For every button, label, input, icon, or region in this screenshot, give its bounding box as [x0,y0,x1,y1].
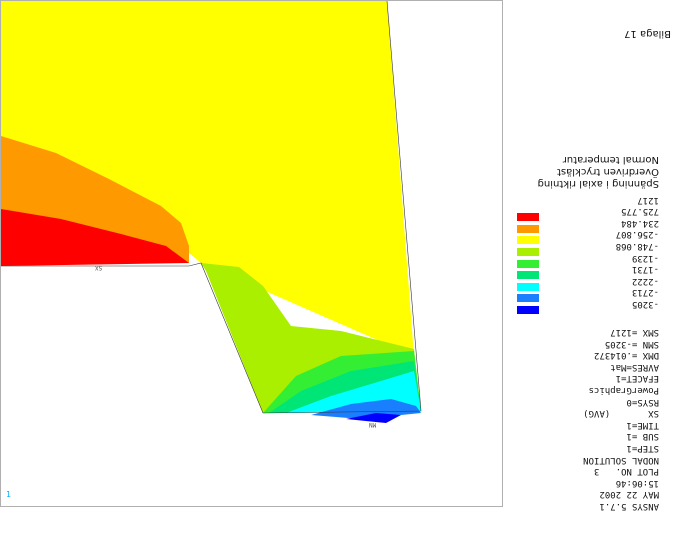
legend-value: -256.807 [615,229,659,240]
appendix-caption: Bilaga 17 [624,28,671,39]
info-line: SMX =1217 [610,327,659,338]
legend-swatch [517,282,539,291]
legend-swatch [517,213,539,222]
info-line: SMN =-3205 [604,338,659,349]
legend-value: -1731 [631,264,659,275]
info-line: PowerGraphics [588,385,659,396]
legend-value: 725.775 [621,206,659,217]
title-line: Normal temperatur [562,154,659,165]
solution-info: ANSYS 5.7.1 MAY 22 2002 15:06:46 PLOT NO… [583,326,659,511]
legend-value: -1239 [631,252,659,263]
info-line: SUB =1 [626,431,659,442]
info-line: PLOT NO. 3 [593,466,659,477]
legend-swatch [517,248,539,257]
legend-value: -2713 [631,287,659,298]
legend-swatch [517,259,539,268]
legend-swatch [517,236,539,245]
info-line: DMX =.014372 [593,350,659,361]
legend-swatch [517,306,539,314]
legend-swatch [517,294,539,303]
info-line: AVRES=Mat [610,361,659,372]
legend-swatch [517,271,539,280]
info-panel: ANSYS 5.7.1 MAY 22 2002 15:06:46 PLOT NO… [505,0,673,541]
plot-viewport[interactable]: SX MN 1 [0,0,503,507]
sx-node-marker: SX [95,264,103,271]
info-line: RSYS=0 [626,396,659,407]
title-line: Spänning i axial riktning [537,178,659,189]
legend-value: -3205 [631,299,659,309]
legend-value: -2222 [631,275,659,286]
legend-value: 234.484 [621,217,659,228]
info-line: STEP=1 [626,443,659,454]
legend-swatch [517,224,539,233]
info-line: ANSYS 5.7.1 [599,501,659,511]
info-line: EFACET=1 [615,373,659,384]
contour-plot [1,1,422,423]
plot-titles: Spänning i axial riktning Överdriven try… [538,153,659,189]
legend-value: 1217 [637,194,659,205]
info-line: NODAL SOLUTION [583,454,659,465]
title-line: Överdriven tryckläst [557,166,659,177]
min-node-marker: MN [369,421,377,428]
info-line: SX (AVG) [583,408,659,419]
info-line: TIME=1 [626,419,659,430]
info-panel-rotated: ANSYS 5.7.1 MAY 22 2002 15:06:46 PLOT NO… [505,0,673,541]
info-line: 15:06:46 [615,477,659,488]
info-line: MAY 22 2002 [599,489,659,500]
triad-indicator: 1 [6,490,11,499]
legend-value: -748.068 [615,241,659,252]
